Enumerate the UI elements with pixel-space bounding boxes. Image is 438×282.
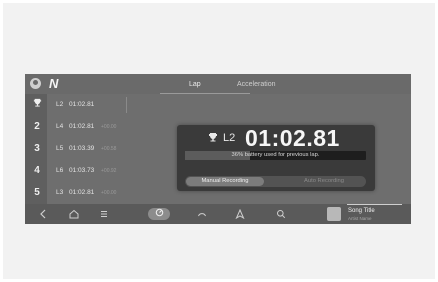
battery-usage-text: 36% battery used for previous lap.: [231, 152, 320, 158]
lap-time: 01:03.73: [69, 167, 95, 174]
bottom-bar: Song Title Artist Name: [25, 204, 411, 224]
lap-row-4[interactable]: 4 L6 01:03.73 +00.92: [25, 160, 120, 182]
lap-delta: +00.92: [101, 168, 117, 174]
lap-time: 01:03.39: [69, 145, 95, 152]
song-title[interactable]: Song Title: [348, 208, 375, 214]
lap-label: L5: [56, 145, 64, 152]
infotainment-screen: N Lap Acceleration L2 01:02.81 2 L4 01:0…: [25, 74, 411, 224]
lap-row-5[interactable]: 5 L3 01:02.81 +00.00: [25, 182, 120, 204]
lap-delta: +00.00: [101, 190, 117, 196]
lap-time: 01:02.81: [69, 101, 95, 108]
trophy-icon: [208, 132, 218, 145]
trophy-icon: [32, 98, 42, 109]
lap-label: L3: [56, 189, 64, 196]
lap-delta: +00.00: [101, 124, 117, 130]
profile-icon[interactable]: [30, 78, 41, 89]
popup-lap-label: L2: [223, 132, 236, 144]
album-art-icon[interactable]: [327, 207, 341, 221]
search-icon[interactable]: [276, 209, 286, 219]
artist-name[interactable]: Artist Name: [348, 216, 372, 221]
recording-mode-toggle[interactable]: Manual Recording Auto Recording: [185, 176, 366, 187]
tab-acceleration[interactable]: Acceleration: [237, 81, 276, 88]
manual-recording-label[interactable]: Manual Recording: [186, 178, 264, 184]
tab-lap[interactable]: Lap: [189, 81, 201, 88]
back-icon[interactable]: [38, 209, 48, 219]
row-divider: [126, 97, 127, 113]
lap-time: 01:02.81: [69, 189, 95, 196]
rank-number: 5: [34, 187, 40, 198]
brand-logo: N: [49, 76, 58, 91]
lap-label: L4: [56, 123, 64, 130]
auto-recording-button[interactable]: Auto Recording: [285, 178, 363, 184]
page-frame: N Lap Acceleration L2 01:02.81 2 L4 01:0…: [3, 3, 435, 279]
rank-number: 4: [34, 165, 40, 176]
drive-mode-icon[interactable]: [148, 208, 170, 220]
lap-row-1[interactable]: L2 01:02.81: [25, 94, 120, 116]
lap-delta: +00.58: [101, 146, 117, 152]
popup-lap-time: 01:02.81: [245, 125, 340, 151]
navigation-icon[interactable]: [235, 208, 245, 220]
rank-number: 2: [34, 121, 40, 132]
gauge-icon[interactable]: [197, 209, 207, 219]
tab-divider: [160, 93, 250, 94]
home-icon[interactable]: [69, 209, 79, 219]
media-progress-bar: [347, 204, 402, 205]
menu-icon[interactable]: [99, 209, 109, 219]
rank-number: 3: [34, 143, 40, 154]
lap-time: 01:02.81: [69, 123, 95, 130]
battery-usage-bar: 36% battery used for previous lap.: [185, 151, 366, 160]
lap-label: L2: [56, 101, 64, 108]
lap-label: L6: [56, 167, 64, 174]
best-lap-popup[interactable]: L2 01:02.81 36% battery used for previou…: [177, 125, 375, 191]
header-bar: N Lap Acceleration: [25, 74, 411, 94]
lap-row-3[interactable]: 3 L5 01:03.39 +00.58: [25, 138, 120, 160]
lap-row-2[interactable]: 2 L4 01:02.81 +00.00: [25, 116, 120, 138]
